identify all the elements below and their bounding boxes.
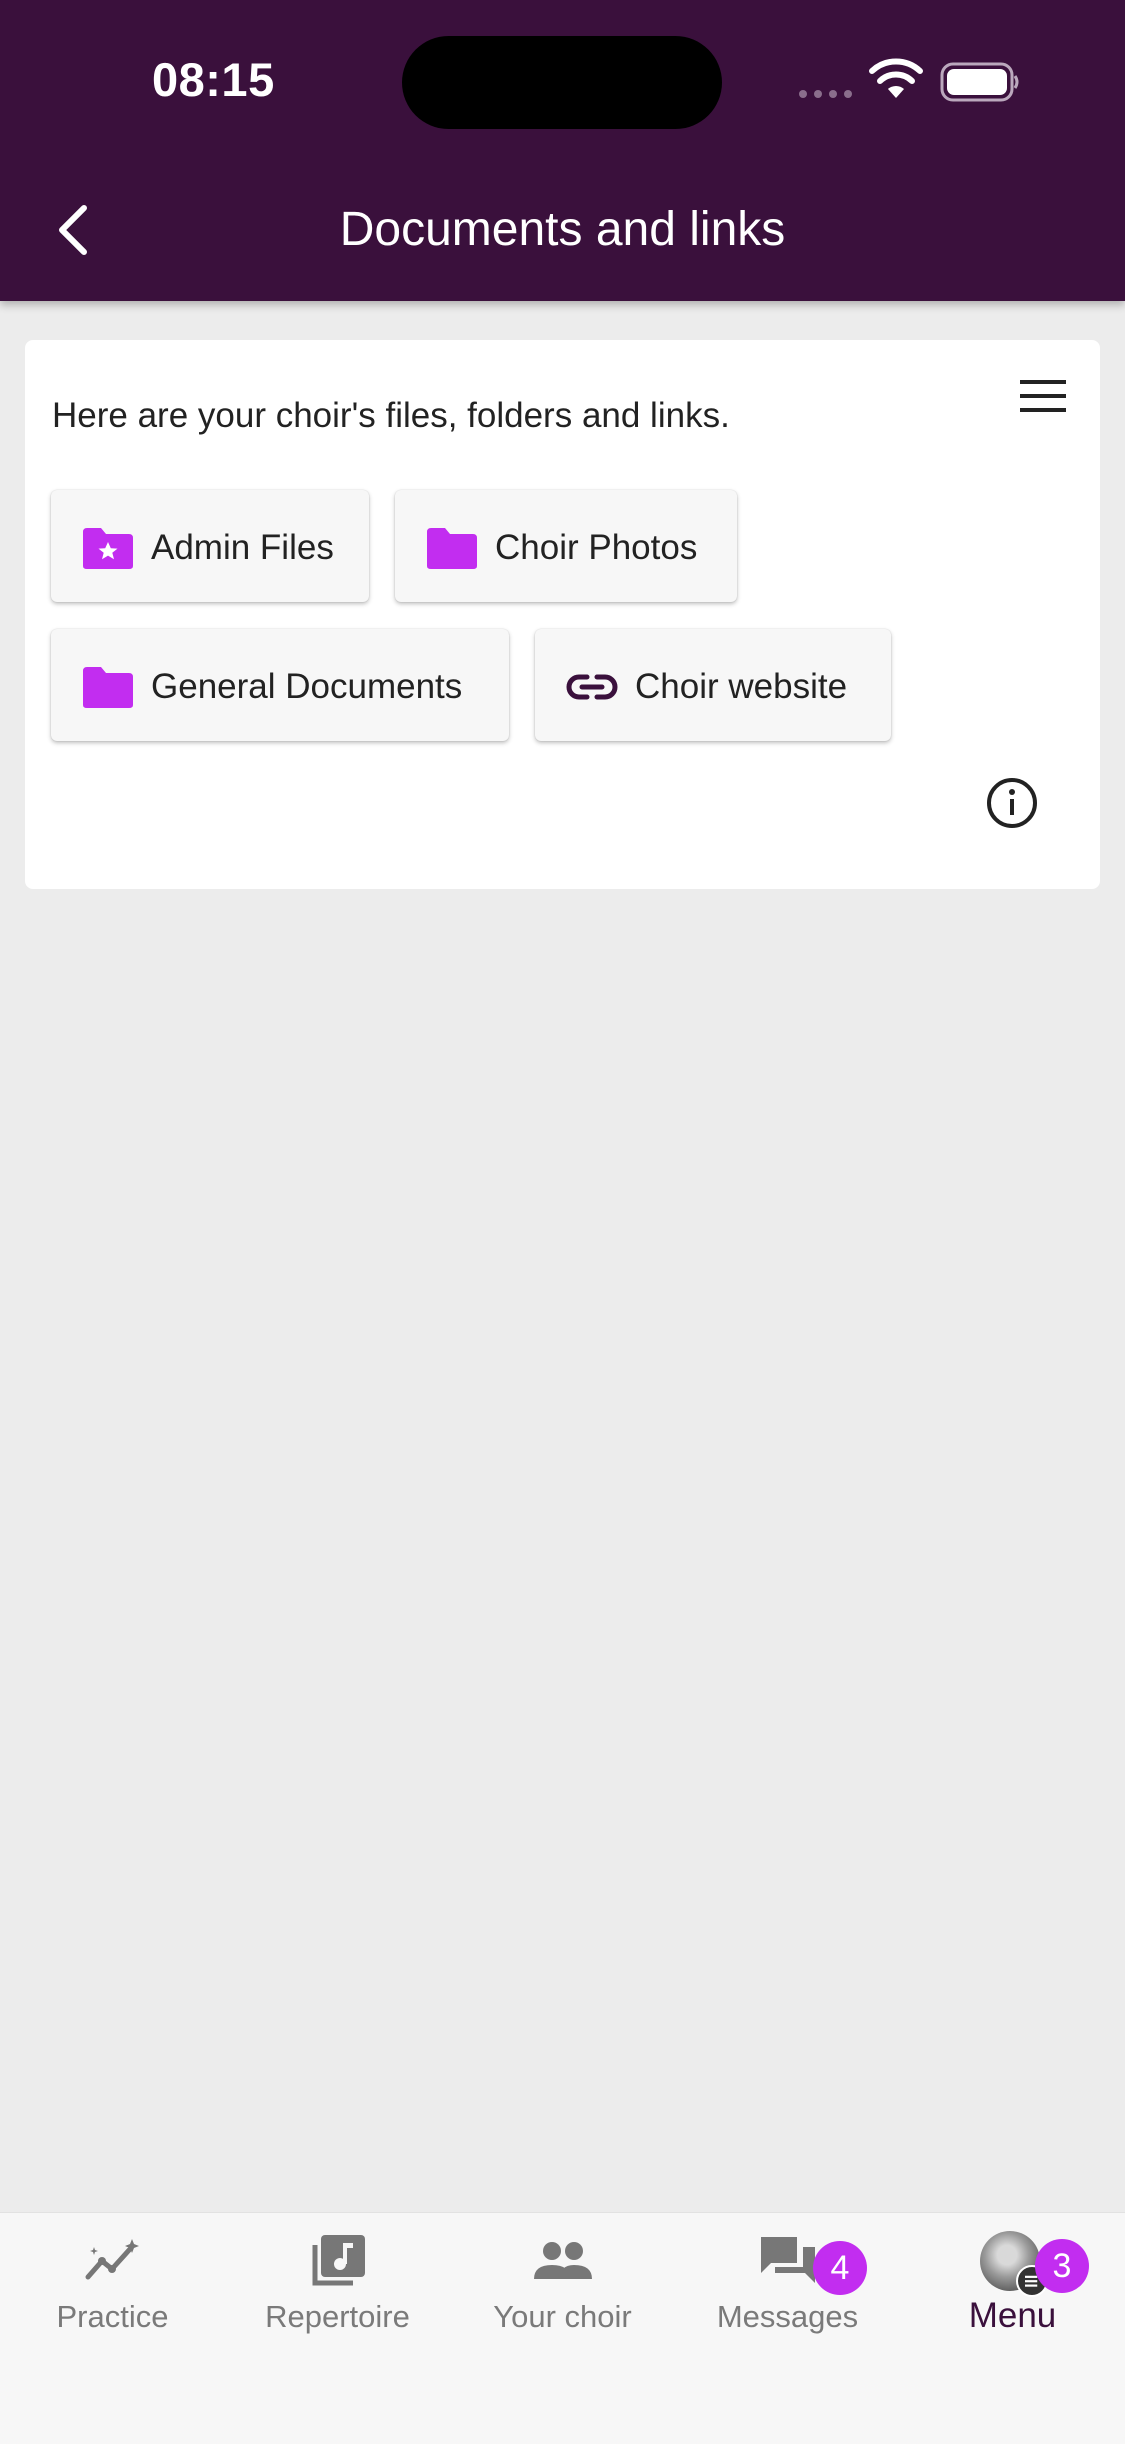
nav-label: Your choir (493, 2299, 632, 2334)
nav-label: Repertoire (265, 2299, 410, 2334)
wifi-icon (869, 58, 923, 98)
folder-chip-choir-photos[interactable]: Choir Photos (395, 490, 737, 602)
chip-label: Admin Files (151, 528, 334, 567)
folder-chip-admin-files[interactable]: Admin Files (51, 490, 369, 602)
nav-item-menu[interactable]: 3 Menu (900, 2213, 1125, 2353)
nav-item-practice[interactable]: Practice (0, 2213, 225, 2353)
intro-text: Here are your choir's files, folders and… (52, 396, 730, 435)
nav-label: Practice (56, 2299, 169, 2334)
chip-label: General Documents (151, 667, 463, 706)
link-icon (566, 674, 618, 700)
dynamic-island (402, 36, 722, 129)
menu-badge: 3 (1035, 2239, 1089, 2293)
bottom-navigation: Practice Repertoire Your choir 4 Message… (0, 2212, 1125, 2444)
top-app-bar: 08:15 Documents and links (0, 0, 1125, 301)
documents-card: Here are your choir's files, folders and… (25, 340, 1100, 889)
music-library-icon (312, 2235, 365, 2286)
practice-sparkline-icon (85, 2239, 139, 2280)
page-title: Documents and links (339, 203, 786, 256)
nav-label: Menu (968, 2296, 1057, 2335)
battery-icon (940, 62, 1019, 102)
nav-item-messages[interactable]: 4 Messages (675, 2213, 900, 2353)
folder-icon (83, 667, 133, 708)
link-chip-choir-website[interactable]: Choir website (535, 629, 891, 741)
chip-label: Choir Photos (495, 528, 698, 567)
folder-icon (427, 528, 477, 569)
avatar (980, 2231, 1048, 2297)
folder-star-icon (83, 528, 133, 569)
people-icon (534, 2242, 592, 2279)
chat-icon (761, 2237, 815, 2283)
status-time: 08:15 (152, 53, 275, 106)
hamburger-menu-icon[interactable] (1018, 376, 1068, 416)
chip-label: Choir website (635, 667, 848, 706)
nav-item-repertoire[interactable]: Repertoire (225, 2213, 450, 2353)
nav-label: Messages (716, 2299, 859, 2334)
messages-badge: 4 (813, 2241, 867, 2295)
folder-chip-general-documents[interactable]: General Documents (51, 629, 509, 741)
cellular-signal-icon (799, 90, 852, 98)
nav-item-your-choir[interactable]: Your choir (450, 2213, 675, 2353)
info-icon[interactable] (985, 776, 1039, 830)
